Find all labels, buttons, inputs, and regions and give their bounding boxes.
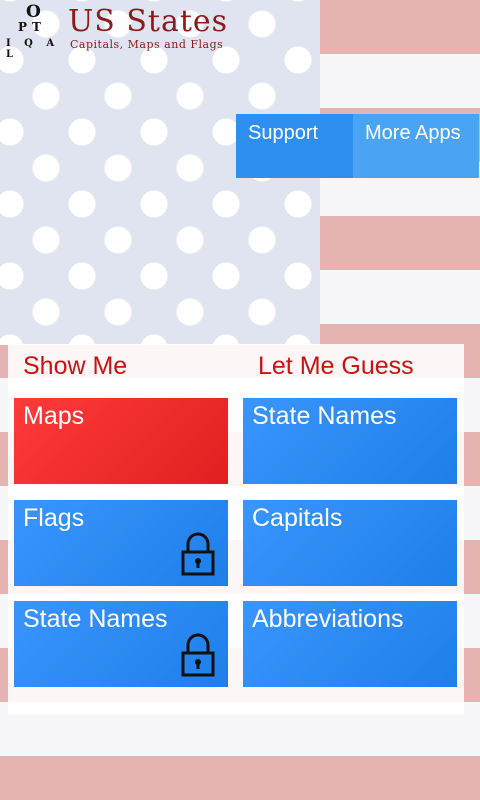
tile-label: Flags	[23, 504, 85, 532]
logo-letter-p: P	[18, 20, 28, 34]
tile-label: State Names	[23, 605, 168, 633]
guess-abbreviations-button[interactable]: Abbreviations	[243, 601, 457, 687]
show-flags-button[interactable]: Flags	[14, 500, 228, 586]
support-button[interactable]: Support	[236, 114, 353, 178]
app-subtitle: Capitals, Maps and Flags	[70, 38, 224, 51]
app-title: US States	[68, 4, 229, 39]
tile-label: Abbreviations	[252, 605, 404, 633]
guess-state-names-button[interactable]: State Names	[243, 398, 457, 484]
tile-label: State Names	[252, 402, 397, 430]
tile-label: Capitals	[252, 504, 343, 532]
logo-letter-t: T	[32, 20, 41, 34]
show-me-heading: Show Me	[23, 352, 128, 380]
lock-icon	[181, 633, 215, 677]
lock-icon	[181, 532, 215, 576]
support-button-label: Support	[248, 122, 319, 144]
app-logo: O P T I Q A L	[6, 2, 62, 60]
logo-letter-o: O	[26, 2, 41, 22]
more-apps-button[interactable]: More Apps	[353, 114, 479, 178]
more-apps-button-label: More Apps	[365, 122, 461, 144]
tile-label: Maps	[23, 402, 85, 430]
show-state-names-button[interactable]: State Names	[14, 601, 228, 687]
logo-letter-row: I Q A L	[6, 38, 60, 60]
guess-capitals-button[interactable]: Capitals	[243, 500, 457, 586]
let-me-guess-heading: Let Me Guess	[258, 352, 414, 380]
show-maps-button[interactable]: Maps	[14, 398, 228, 484]
